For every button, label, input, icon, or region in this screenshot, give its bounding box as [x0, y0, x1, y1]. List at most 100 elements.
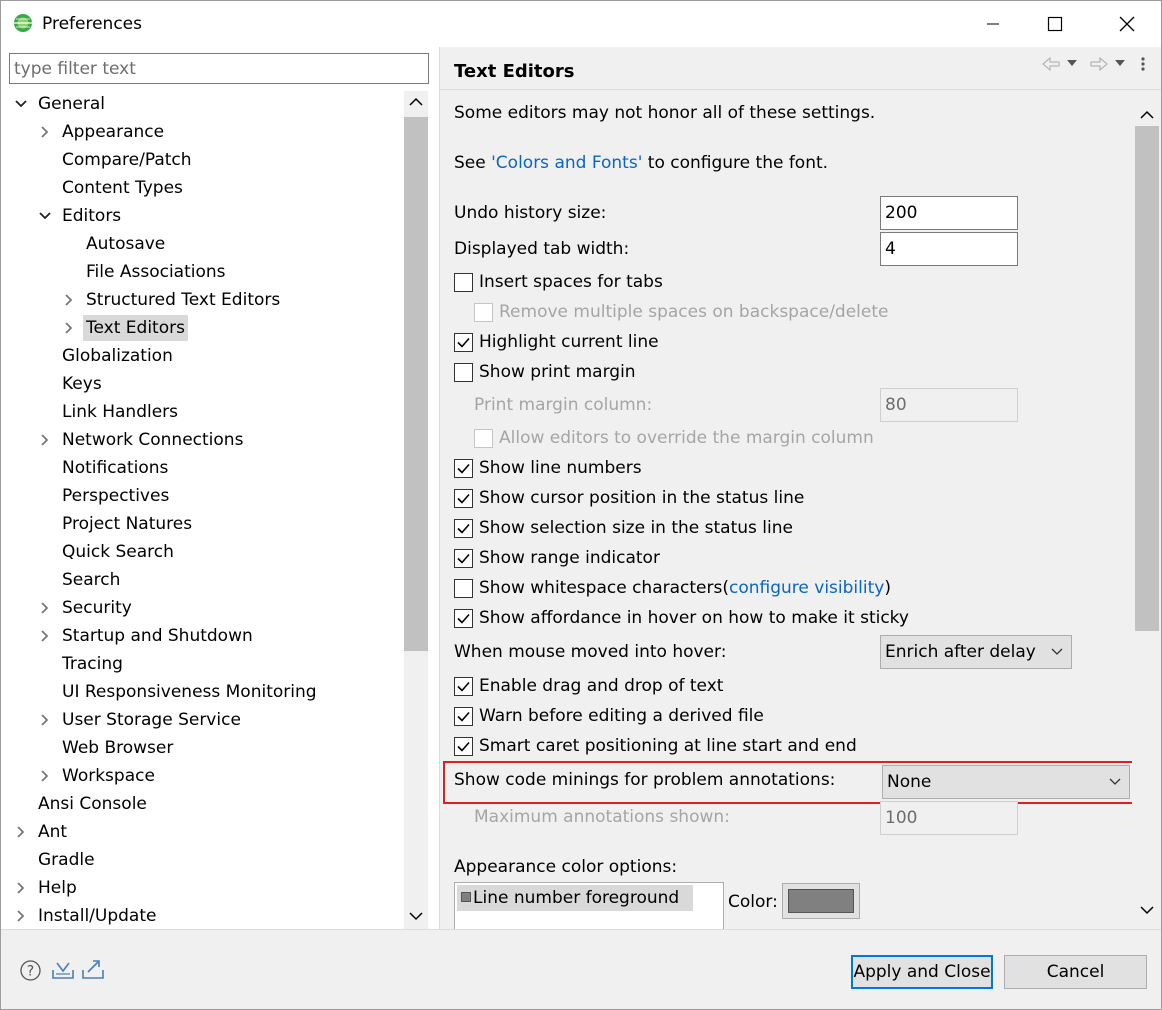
- close-button[interactable]: [1097, 1, 1157, 47]
- undo-history-input[interactable]: 200: [880, 196, 1018, 230]
- warn-derived-checkbox[interactable]: [454, 707, 473, 726]
- drag-drop-label: Enable drag and drop of text: [479, 676, 724, 696]
- tree-item-label: Perspectives: [62, 486, 170, 506]
- tree-item-label: Help: [38, 878, 77, 898]
- chevron-right-icon[interactable]: [15, 826, 27, 838]
- color-button[interactable]: [782, 883, 860, 919]
- tree-item-label: User Storage Service: [62, 710, 241, 730]
- help-icon[interactable]: ?: [20, 960, 41, 981]
- configure-visibility-link[interactable]: configure visibility: [729, 578, 884, 598]
- print-margin-column-input[interactable]: 80: [880, 388, 1018, 422]
- allow-override-label: Allow editors to override the margin col…: [499, 428, 874, 448]
- scroll-down-icon[interactable]: [409, 911, 423, 921]
- cancel-button[interactable]: Cancel: [1004, 955, 1147, 989]
- scroll-up-icon[interactable]: [409, 97, 423, 107]
- line-numbers-checkbox[interactable]: [454, 459, 473, 478]
- smart-caret-checkbox[interactable]: [454, 737, 473, 756]
- print-margin-checkbox[interactable]: [454, 363, 473, 382]
- scroll-up-icon[interactable]: [1140, 110, 1154, 120]
- apply-and-close-button[interactable]: Apply and Close: [851, 955, 993, 989]
- insert-spaces-checkbox[interactable]: [454, 273, 473, 292]
- max-annotations-input[interactable]: 100: [880, 801, 1018, 835]
- eclipse-logo-icon: [14, 14, 32, 32]
- tree-item-label: Quick Search: [62, 542, 174, 562]
- tree-item-label: Keys: [62, 374, 102, 394]
- tree-item-label: Tracing: [62, 654, 123, 674]
- hover-select[interactable]: Enrich after delay: [880, 635, 1072, 669]
- chevron-down-icon[interactable]: [39, 210, 51, 222]
- text-editors-settings: Some editors may not honor all of these …: [440, 90, 1132, 929]
- tree-item-label: Link Handlers: [62, 402, 179, 422]
- import-icon[interactable]: [51, 960, 75, 980]
- tree-item-label: Web Browser: [62, 738, 174, 758]
- chevron-right-icon[interactable]: [39, 602, 51, 614]
- code-minings-select[interactable]: None: [882, 765, 1130, 799]
- tree-item-label: Editors: [62, 206, 122, 226]
- chevron-right-icon[interactable]: [39, 714, 51, 726]
- content-scroll-thumb[interactable]: [1135, 126, 1159, 631]
- chevron-right-icon[interactable]: [39, 630, 51, 642]
- see-suffix: to configure the font.: [642, 153, 829, 173]
- affordance-checkbox[interactable]: [454, 609, 473, 628]
- back-dropdown-icon[interactable]: [1067, 60, 1077, 68]
- chevron-right-icon[interactable]: [39, 770, 51, 782]
- hover-select-value: Enrich after delay: [885, 642, 1036, 662]
- filter-input[interactable]: [9, 53, 429, 84]
- chevron-down-icon: [1109, 778, 1121, 785]
- whitespace-label: Show whitespace characters: [479, 578, 723, 598]
- chevron-right-icon[interactable]: [15, 882, 27, 894]
- allow-override-checkbox[interactable]: [474, 429, 493, 448]
- chevron-right-icon[interactable]: [63, 322, 75, 334]
- tree-item-label: Compare/Patch: [62, 150, 192, 170]
- minimize-icon: [987, 23, 999, 25]
- print-margin-column-label: Print margin column:: [474, 395, 653, 415]
- hover-label: When mouse moved into hover:: [454, 642, 727, 662]
- window-title: Preferences: [42, 14, 142, 34]
- view-menu-icon[interactable]: [1140, 56, 1146, 72]
- forward-arrow-icon[interactable]: [1090, 57, 1108, 71]
- tab-width-label: Displayed tab width:: [454, 239, 630, 259]
- highlight-line-label: Highlight current line: [479, 332, 659, 352]
- remove-spaces-label: Remove multiple spaces on backspace/dele…: [499, 302, 889, 322]
- smart-caret-label: Smart caret positioning at line start an…: [479, 736, 857, 756]
- chevron-down-icon[interactable]: [15, 98, 27, 110]
- tree-item-label: Install/Update: [38, 906, 157, 926]
- colors-and-fonts-link[interactable]: 'Colors and Fonts': [491, 153, 642, 173]
- title-bar: Preferences: [1, 1, 1161, 47]
- whitespace-checkbox[interactable]: [454, 579, 473, 598]
- scroll-down-icon[interactable]: [1140, 905, 1154, 915]
- maximize-button[interactable]: [1025, 1, 1085, 47]
- list-item-label: Line number foreground: [473, 888, 680, 908]
- highlight-line-checkbox[interactable]: [454, 333, 473, 352]
- tree-scroll-thumb[interactable]: [404, 117, 428, 651]
- minimize-button[interactable]: [963, 1, 1023, 47]
- preference-tree[interactable]: General Appearance Compare/Patch Content Ty…: [1, 91, 403, 929]
- page-title: Text Editors: [454, 61, 575, 82]
- tree-item-label: Notifications: [62, 458, 169, 478]
- checkmark-icon: [457, 613, 470, 624]
- list-item[interactable]: Line number foreground: [457, 885, 693, 911]
- drag-drop-checkbox[interactable]: [454, 677, 473, 696]
- forward-dropdown-icon[interactable]: [1115, 60, 1125, 68]
- remove-spaces-checkbox[interactable]: [474, 303, 493, 322]
- back-arrow-icon[interactable]: [1042, 57, 1060, 71]
- tree-scrollbar[interactable]: [404, 91, 428, 929]
- see-prefix: See: [454, 153, 492, 173]
- chevron-right-icon[interactable]: [39, 434, 51, 446]
- cursor-position-checkbox[interactable]: [454, 489, 473, 508]
- range-indicator-checkbox[interactable]: [454, 549, 473, 568]
- colors-fonts-note: See 'Colors and Fonts' to configure the …: [454, 150, 828, 176]
- undo-history-label: Undo history size:: [454, 203, 607, 223]
- tree-item-label: Globalization: [62, 346, 173, 366]
- whitespace-row: Show whitespace characters(configure vis…: [479, 575, 891, 601]
- tab-width-input[interactable]: 4: [880, 232, 1018, 266]
- selection-size-checkbox[interactable]: [454, 519, 473, 538]
- appearance-color-list[interactable]: Line number foreground: [454, 882, 724, 929]
- cursor-position-label: Show cursor position in the status line: [479, 488, 805, 508]
- chevron-right-icon[interactable]: [39, 126, 51, 138]
- content-scrollbar[interactable]: [1132, 90, 1161, 929]
- chevron-right-icon[interactable]: [63, 294, 75, 306]
- chevron-right-icon[interactable]: [15, 910, 27, 922]
- export-icon[interactable]: [81, 958, 105, 980]
- tree-item-label: Project Natures: [62, 514, 193, 534]
